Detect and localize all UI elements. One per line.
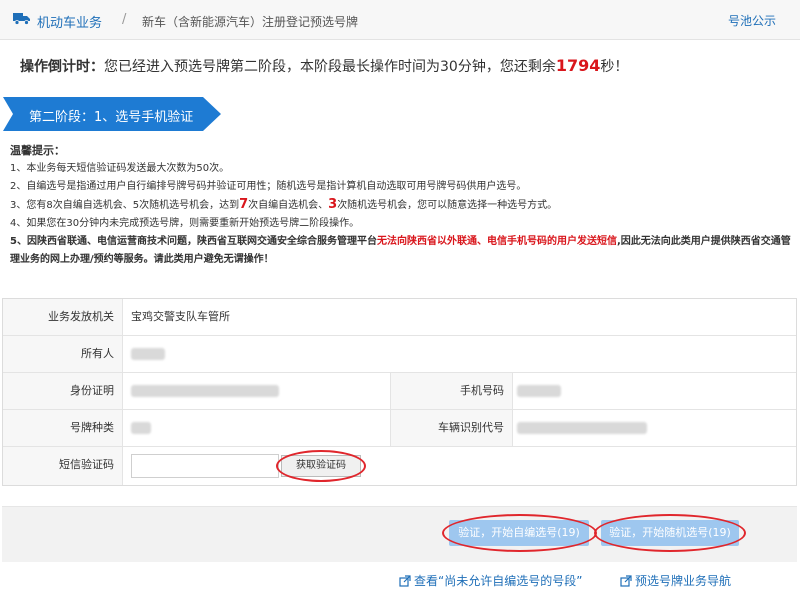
countdown-seconds: 1794 [555,56,601,75]
countdown-notice: 操作倒计时：您已经进入预选号牌第二阶段，本阶段最长操作时间为30分钟，您还剩余1… [20,56,628,76]
tip-line-3-num1: 7 [239,197,249,212]
tip-line-1: 1、本业务每天短信验证码发送最大次数为50次。 [10,163,230,174]
owner-value-redacted [131,348,165,360]
countdown-suffix: 秒！ [600,59,629,75]
tips-panel: 温馨提示： 1、本业务每天短信验证码发送最大次数为50次。 2、自编选号是指通过… [10,142,795,269]
plate-guide-link[interactable]: 预选号牌业务导航 [620,572,731,589]
owner-label: 所有人 [3,336,123,372]
form-row-id-phone: 身份证明 手机号码 [3,373,796,410]
random-select-button[interactable]: 验证，开始随机选号(19) [601,520,739,546]
breadcrumb-current: 新车（含新能源汽车）注册登记预选号牌 [142,15,359,29]
stage-title: 第二阶段：1、选号手机验证 [29,110,194,125]
view-unallowed-segments-link[interactable]: 查看“尚未允许自编选号的号段” [399,572,582,589]
stage-banner: 第二阶段：1、选号手机验证 [3,97,221,131]
number-pool-link[interactable]: 号池公示 [728,12,776,29]
plate-type-label: 号牌种类 [3,410,123,446]
tip-line-5-red: 无法向陕西省以外联通、电信手机号码的用户发送短信 [376,236,617,247]
id-label: 身份证明 [3,373,123,409]
sms-code-input[interactable] [131,454,279,478]
office-label: 业务发放机关 [3,299,123,335]
phone-value-redacted [517,385,561,397]
tips-title: 温馨提示： [10,144,65,157]
vin-label: 车辆识别代号 [390,410,513,446]
sms-code-label: 短信验证码 [3,447,123,485]
breadcrumb-separator: / [122,12,127,27]
tip-line-5-a: 5、因陕西省联通、电信运营商技术问题，陕西省互联网交通安全综合服务管理平台 [10,236,377,247]
plate-type-value-redacted [131,422,151,434]
truck-icon [13,13,30,25]
form-row-plate-vin: 号牌种类 车辆识别代号 [3,410,796,447]
tip-line-3-a: 3、您有8次自编自选机会、5次随机选号机会，达到 [10,200,240,211]
breadcrumb-bar: 机动车业务 / 新车（含新能源汽车）注册登记预选号牌 号池公示 [0,0,800,40]
tip-line-3-c: 次随机选号机会，您可以随意选择一种选号方式。 [337,200,558,211]
phone-label: 手机号码 [390,373,513,409]
plate-guide-text: 预选号牌业务导航 [635,574,732,588]
vin-value-redacted [517,422,647,434]
self-select-button[interactable]: 验证，开始自编选号(19) [449,520,589,546]
tip-line-3-num2: 3 [328,197,338,212]
tip-line-4: 4、如果您在30分钟内未完成预选号牌，则需要重新开始预选号牌二阶段操作。 [10,218,360,229]
get-code-button[interactable]: 获取验证码 [281,455,361,477]
tip-line-5: 5、因陕西省联通、电信运营商技术问题，陕西省互联网交通安全综合服务管理平台无法向… [10,233,795,269]
vehicle-info-form: 业务发放机关 宝鸡交警支队车管所 所有人 身份证明 手机号码 号牌种类 车辆识别… [2,298,797,486]
view-unallowed-segments-text: 查看“尚未允许自编选号的号段” [414,574,583,588]
external-link-icon [399,575,411,587]
form-row-sms: 短信验证码 获取验证码 [3,447,796,485]
external-link-icon [620,575,632,587]
tip-line-2: 2、自编选号是指通过用户自行编排号牌号码并验证可用性；随机选号是指计算机自动选取… [10,181,527,192]
tip-line-3: 3、您有8次自编自选机会、5次随机选号机会，达到7次自编自选机会、3次随机选号机… [10,196,795,215]
office-value: 宝鸡交警支队车管所 [131,310,230,323]
countdown-text: 您已经进入预选号牌第二阶段，本阶段最长操作时间为30分钟，您还剩余 [104,59,556,75]
form-row-owner: 所有人 [3,336,796,373]
tip-line-3-b: 次自编自选机会、 [248,200,329,211]
action-bar: 验证，开始自编选号(19) 验证，开始随机选号(19) [2,506,797,562]
countdown-label: 操作倒计时： [20,59,104,75]
form-row-office: 业务发放机关 宝鸡交警支队车管所 [3,299,796,336]
id-value-redacted [131,385,279,397]
breadcrumb-home-link[interactable]: 机动车业务 [37,12,102,31]
